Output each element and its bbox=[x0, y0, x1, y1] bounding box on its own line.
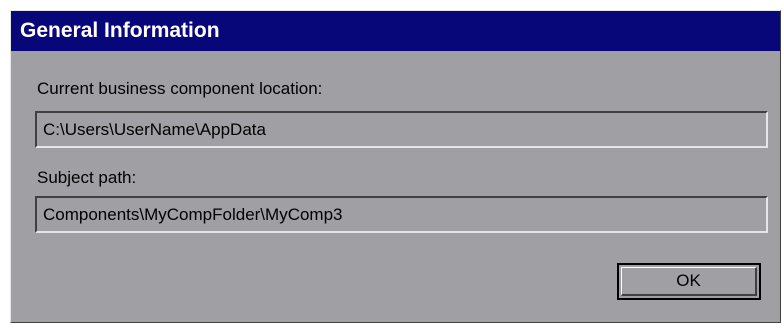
dialog-title: General Information bbox=[20, 19, 220, 42]
subject-path-label: Subject path: bbox=[37, 168, 137, 187]
location-field[interactable]: C:\Users\UserName\AppData bbox=[35, 111, 768, 148]
ok-button[interactable]: OK bbox=[617, 263, 761, 300]
general-information-dialog: General Information Current business com… bbox=[10, 10, 781, 323]
ok-button-label: OK bbox=[621, 267, 757, 296]
location-label: Current business component location: bbox=[37, 79, 323, 98]
dialog-title-bar: General Information bbox=[11, 11, 780, 51]
subject-path-field[interactable]: Components\MyCompFolder\MyComp3 bbox=[35, 196, 768, 233]
